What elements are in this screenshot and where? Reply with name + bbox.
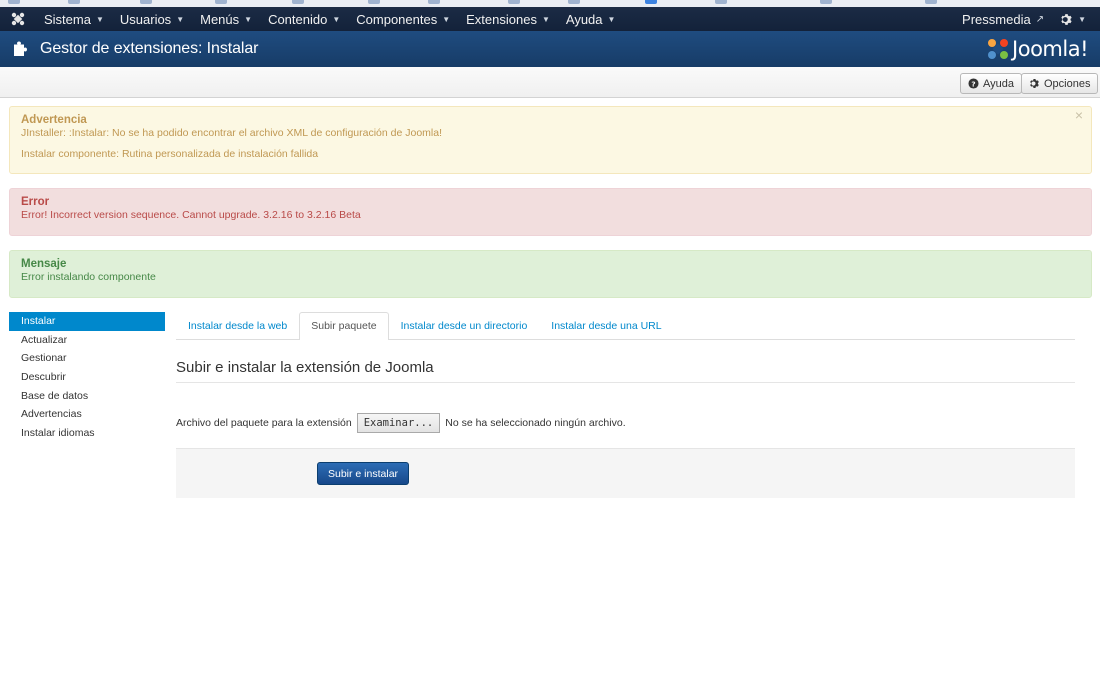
sidebar-item-instalar[interactable]: Instalar xyxy=(9,312,165,331)
external-link-icon: ↗ xyxy=(1035,13,1045,25)
site-link[interactable]: Pressmedia ↗ xyxy=(954,7,1052,31)
caret-down-icon: ▼ xyxy=(176,14,185,24)
warning-alert-heading: Advertencia xyxy=(21,114,87,126)
bookmark-icon[interactable] xyxy=(715,0,727,4)
options-button-label: Opciones xyxy=(1044,77,1091,90)
bookmark-icon[interactable] xyxy=(925,0,937,4)
sidebar-item-actualizar[interactable]: Actualizar xyxy=(9,331,165,350)
joomla-brand-text: Joomla! xyxy=(1012,37,1088,61)
nav-menu-label: Menús xyxy=(200,11,240,27)
sidebar-item-instalar-idiomas[interactable]: Instalar idiomas xyxy=(9,424,165,443)
tab-instalar-desde-url[interactable]: Instalar desde una URL xyxy=(539,312,673,339)
admin-navbar: Sistema ▼ Usuarios ▼ Menús ▼ Contenido ▼ Com… xyxy=(0,7,1100,31)
package-file-label: Archivo del paquete para la extensión xyxy=(176,417,352,429)
section-title: Subir e instalar la extensión de Joomla xyxy=(176,359,1075,383)
warning-alert: × Advertencia JInstaller: :Instalar: No … xyxy=(9,106,1092,174)
joomla-logo-icon xyxy=(11,12,25,26)
bookmark-icon[interactable] xyxy=(428,0,440,4)
options-button[interactable]: Opciones xyxy=(1021,73,1099,94)
caret-down-icon: ▼ xyxy=(541,14,550,24)
browser-bookmark-strip xyxy=(0,0,1100,7)
bookmark-icon[interactable] xyxy=(645,0,657,4)
nav-menu-label: Usuarios xyxy=(119,11,172,27)
bookmark-icon[interactable] xyxy=(368,0,380,4)
svg-text:?: ? xyxy=(971,79,975,88)
toolbar: ? Ayuda Opciones xyxy=(0,67,1100,98)
nav-menu-label: Contenido xyxy=(268,11,328,27)
error-alert-heading: Error xyxy=(21,196,50,208)
user-settings-menu[interactable]: ▼ xyxy=(1052,7,1094,31)
close-icon[interactable]: × xyxy=(1075,108,1083,122)
sidebar-item-gestionar[interactable]: Gestionar xyxy=(9,349,165,368)
help-button-label: Ayuda xyxy=(983,77,1014,90)
bookmark-icon[interactable] xyxy=(215,0,227,4)
sidebar-item-advertencias[interactable]: Advertencias xyxy=(9,405,165,424)
nav-menu-ayuda[interactable]: Ayuda ▼ xyxy=(558,7,624,31)
alert-spacer xyxy=(21,140,1080,148)
message-alert-message: Error instalando componente xyxy=(21,271,156,283)
tab-instalar-desde-directorio[interactable]: Instalar desde un directorio xyxy=(389,312,540,339)
puzzle-piece-icon xyxy=(12,40,30,58)
warning-alert-message: JInstaller: :Instalar: No se ha podido e… xyxy=(21,127,443,139)
upload-install-button[interactable]: Subir e instalar xyxy=(317,462,410,485)
bookmark-icon[interactable] xyxy=(820,0,832,4)
caret-down-icon: ▼ xyxy=(1078,14,1086,24)
message-alert: Mensaje Error instalando componente xyxy=(9,250,1092,298)
help-button[interactable]: ? Ayuda xyxy=(960,73,1022,94)
site-link-label: Pressmedia xyxy=(962,11,1031,27)
bookmark-icon[interactable] xyxy=(68,0,80,4)
package-file-row: Archivo del paquete para la extensión Ex… xyxy=(176,413,1075,433)
bookmark-icon[interactable] xyxy=(568,0,580,4)
navbar-right: Pressmedia ↗ ▼ xyxy=(954,7,1100,31)
tab-subir-paquete[interactable]: Subir paquete xyxy=(299,312,389,340)
nav-menu-sistema[interactable]: Sistema ▼ xyxy=(36,7,112,31)
question-circle-icon: ? xyxy=(968,78,979,89)
nav-menu-menus[interactable]: Menús ▼ xyxy=(192,7,260,31)
nav-menu-usuarios[interactable]: Usuarios ▼ xyxy=(112,7,192,31)
sidebar-item-descubrir[interactable]: Descubrir xyxy=(9,368,165,387)
nav-menu-contenido[interactable]: Contenido ▼ xyxy=(260,7,348,31)
nav-menu-extensiones[interactable]: Extensiones ▼ xyxy=(458,7,558,31)
nav-menu-label: Componentes xyxy=(356,11,438,27)
nav-menu-label: Ayuda xyxy=(565,11,603,27)
page-header: Gestor de extensiones: Instalar Joomla! xyxy=(0,31,1100,67)
form-actions: Subir e instalar xyxy=(176,448,1075,498)
sidebar-item-base-de-datos[interactable]: Base de datos xyxy=(9,387,165,406)
nav-menu-componentes[interactable]: Componentes ▼ xyxy=(348,7,458,31)
error-alert-message: Error! Incorrect version sequence. Canno… xyxy=(21,209,361,221)
caret-down-icon: ▼ xyxy=(607,14,616,24)
caret-down-icon: ▼ xyxy=(244,14,253,24)
message-alert-heading: Mensaje xyxy=(21,258,67,270)
browse-file-button[interactable]: Examinar... xyxy=(356,413,441,433)
caret-down-icon: ▼ xyxy=(442,14,451,24)
caret-down-icon: ▼ xyxy=(332,14,341,24)
gear-icon xyxy=(1029,78,1040,89)
page-title: Gestor de extensiones: Instalar xyxy=(40,40,259,57)
caret-down-icon: ▼ xyxy=(95,14,104,24)
sidebar: Instalar Actualizar Gestionar Descubrir … xyxy=(9,312,165,443)
joomla-brand-logo[interactable]: Joomla! xyxy=(986,35,1088,63)
bookmark-icon[interactable] xyxy=(292,0,304,4)
nav-menu-label: Extensiones xyxy=(466,11,537,27)
joomla-menu-icon[interactable] xyxy=(0,7,36,31)
bookmark-icon[interactable] xyxy=(8,0,20,4)
bookmark-icon[interactable] xyxy=(140,0,152,4)
tab-instalar-desde-la-web[interactable]: Instalar desde la web xyxy=(176,312,299,339)
file-status-text: No se ha seleccionado ningún archivo. xyxy=(445,417,626,429)
install-tabs: Instalar desde la web Subir paquete Inst… xyxy=(176,312,1075,340)
bookmark-icon[interactable] xyxy=(508,0,520,4)
gear-icon xyxy=(1061,13,1072,25)
warning-alert-message: Instalar componente: Rutina personalizad… xyxy=(21,148,319,160)
nav-menu-label: Sistema xyxy=(44,11,91,27)
joomla-brand-icon xyxy=(988,39,1009,59)
error-alert: Error Error! Incorrect version sequence.… xyxy=(9,188,1092,236)
main-content: Instalar desde la web Subir paquete Inst… xyxy=(176,312,1075,498)
